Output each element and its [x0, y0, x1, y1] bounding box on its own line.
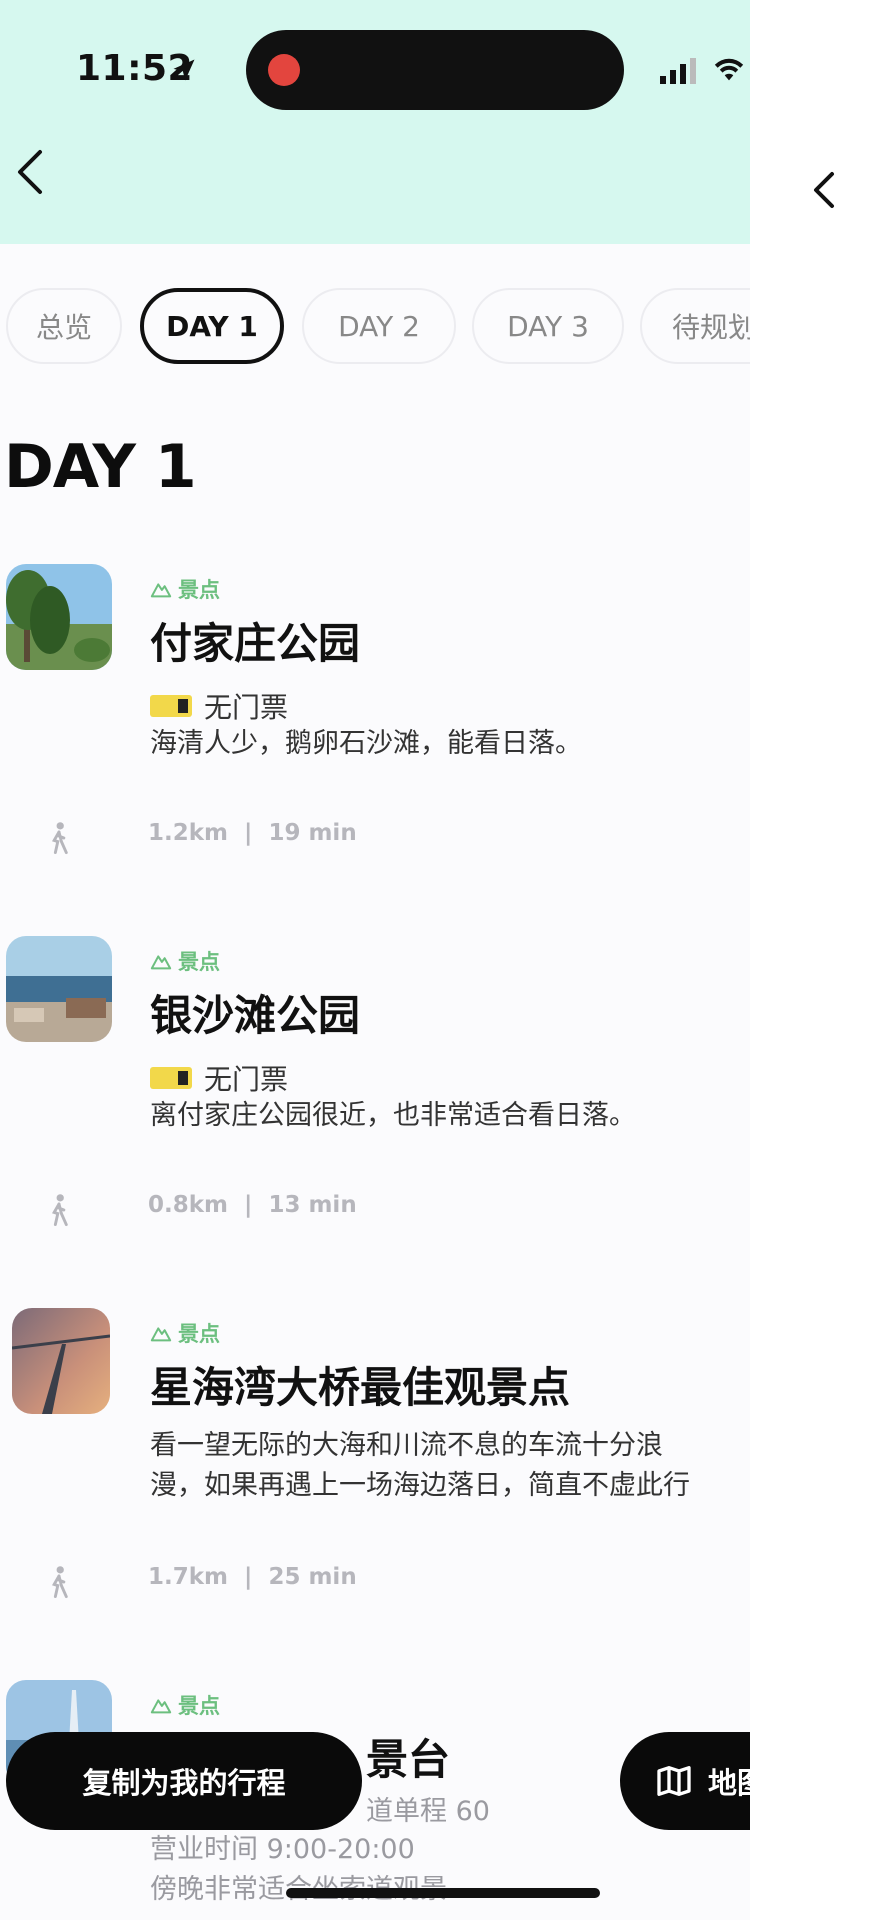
map-icon — [657, 1766, 691, 1796]
route-distance-duration: 1.7km | 25 min — [148, 1564, 357, 1590]
list-item[interactable]: 景点 银沙滩公园 无门票 离付家庄公园很近，也非常适合看日落。 — [0, 936, 750, 1131]
category-text: 景点 — [178, 950, 220, 974]
place-description: 海清人少，鹅卵石沙滩，能看日落。 — [150, 728, 582, 759]
itinerary-content: 总览 DAY 1 DAY 2 DAY 3 待规划 DAY 1 景点 付家庄公园 … — [0, 244, 750, 1920]
place-description: 漫，如果再遇上一场海边落日，简直不虚此行 — [150, 1470, 690, 1501]
route-segment: 0.8km | 13 min — [44, 1190, 444, 1230]
back-chevron-icon[interactable] — [8, 146, 52, 198]
recording-dot-icon — [268, 54, 300, 86]
place-thumbnail — [6, 936, 112, 1042]
walking-icon — [51, 1194, 68, 1227]
route-distance-duration: 0.8km | 13 min — [148, 1192, 357, 1218]
tab-day-1[interactable]: DAY 1 — [140, 288, 284, 364]
day-tabs: 总览 DAY 1 DAY 2 DAY 3 待规划 — [6, 288, 750, 368]
mountain-icon — [150, 583, 172, 598]
right-panel — [750, 0, 884, 1920]
category-label: 景点 — [150, 1690, 220, 1720]
list-item[interactable]: 景点 付家庄公园 无门票 海清人少，鹅卵石沙滩，能看日落。 — [0, 564, 750, 759]
home-indicator — [286, 1888, 600, 1898]
tab-day-3[interactable]: DAY 3 — [472, 288, 624, 364]
route-distance: 0.8km — [148, 1192, 229, 1218]
ticket-info: 无门票 — [150, 1058, 288, 1098]
location-arrow-icon — [173, 59, 195, 81]
route-segment: 1.7km | 25 min — [44, 1562, 444, 1602]
ticket-icon — [150, 1067, 192, 1089]
place-name: 景台 — [366, 1735, 451, 1784]
route-duration: 13 min — [268, 1192, 357, 1218]
place-description: 看一望无际的大海和川流不息的车流十分浪 — [150, 1430, 663, 1461]
tab-overview[interactable]: 总览 — [6, 288, 122, 364]
ticket-icon — [150, 695, 192, 717]
cellular-signal-icon — [660, 58, 696, 84]
back-chevron-icon[interactable] — [806, 168, 842, 212]
category-label: 景点 — [150, 574, 220, 604]
mountain-icon — [150, 1327, 172, 1342]
place-thumbnail — [12, 1308, 110, 1414]
place-name: 银沙滩公园 — [150, 991, 361, 1040]
place-name: 付家庄公园 — [150, 619, 361, 668]
ticket-text: 无门票 — [204, 1063, 289, 1096]
walking-icon — [51, 822, 68, 855]
route-duration: 19 min — [268, 820, 357, 846]
app-screen: 11:52 91 总览 DAY 1 DAY 2 DAY 3 待规划 DAY 1 — [0, 0, 750, 1920]
category-text: 景点 — [178, 1322, 220, 1346]
route-duration: 25 min — [268, 1564, 357, 1590]
list-item[interactable]: 景点 星海湾大桥最佳观景点 看一望无际的大海和川流不息的车流十分浪 漫，如果再遇… — [0, 1308, 750, 1501]
mountain-icon — [150, 955, 172, 970]
wifi-icon — [714, 58, 744, 81]
map-button[interactable]: 地图 — [620, 1732, 750, 1830]
walking-icon — [51, 1566, 68, 1599]
ticket-info: 无门票 — [150, 686, 288, 726]
map-button-label: 地图 — [708, 1766, 750, 1800]
place-description: 道单程 60 — [366, 1796, 490, 1827]
ticket-text: 无门票 — [204, 691, 289, 724]
route-distance: 1.7km — [148, 1564, 229, 1590]
place-thumbnail — [6, 564, 112, 670]
route-distance: 1.2km — [148, 820, 229, 846]
route-distance-duration: 1.2km | 19 min — [148, 820, 357, 846]
place-description: 离付家庄公园很近，也非常适合看日落。 — [150, 1100, 636, 1131]
category-label: 景点 — [150, 1318, 220, 1348]
day-title: DAY 1 — [4, 432, 197, 502]
route-segment: 1.2km | 19 min — [44, 818, 444, 858]
dynamic-island — [246, 30, 624, 110]
copy-itinerary-button[interactable]: 复制为我的行程 — [6, 1732, 362, 1830]
tab-unplanned[interactable]: 待规划 — [640, 288, 750, 364]
place-name: 星海湾大桥最佳观景点 — [150, 1363, 571, 1412]
place-description: 营业时间 9:00-20:00 — [150, 1834, 415, 1865]
mountain-icon — [150, 1699, 172, 1714]
category-text: 景点 — [178, 1694, 220, 1718]
tab-day-2[interactable]: DAY 2 — [302, 288, 456, 364]
category-label: 景点 — [150, 946, 220, 976]
category-text: 景点 — [178, 578, 220, 602]
